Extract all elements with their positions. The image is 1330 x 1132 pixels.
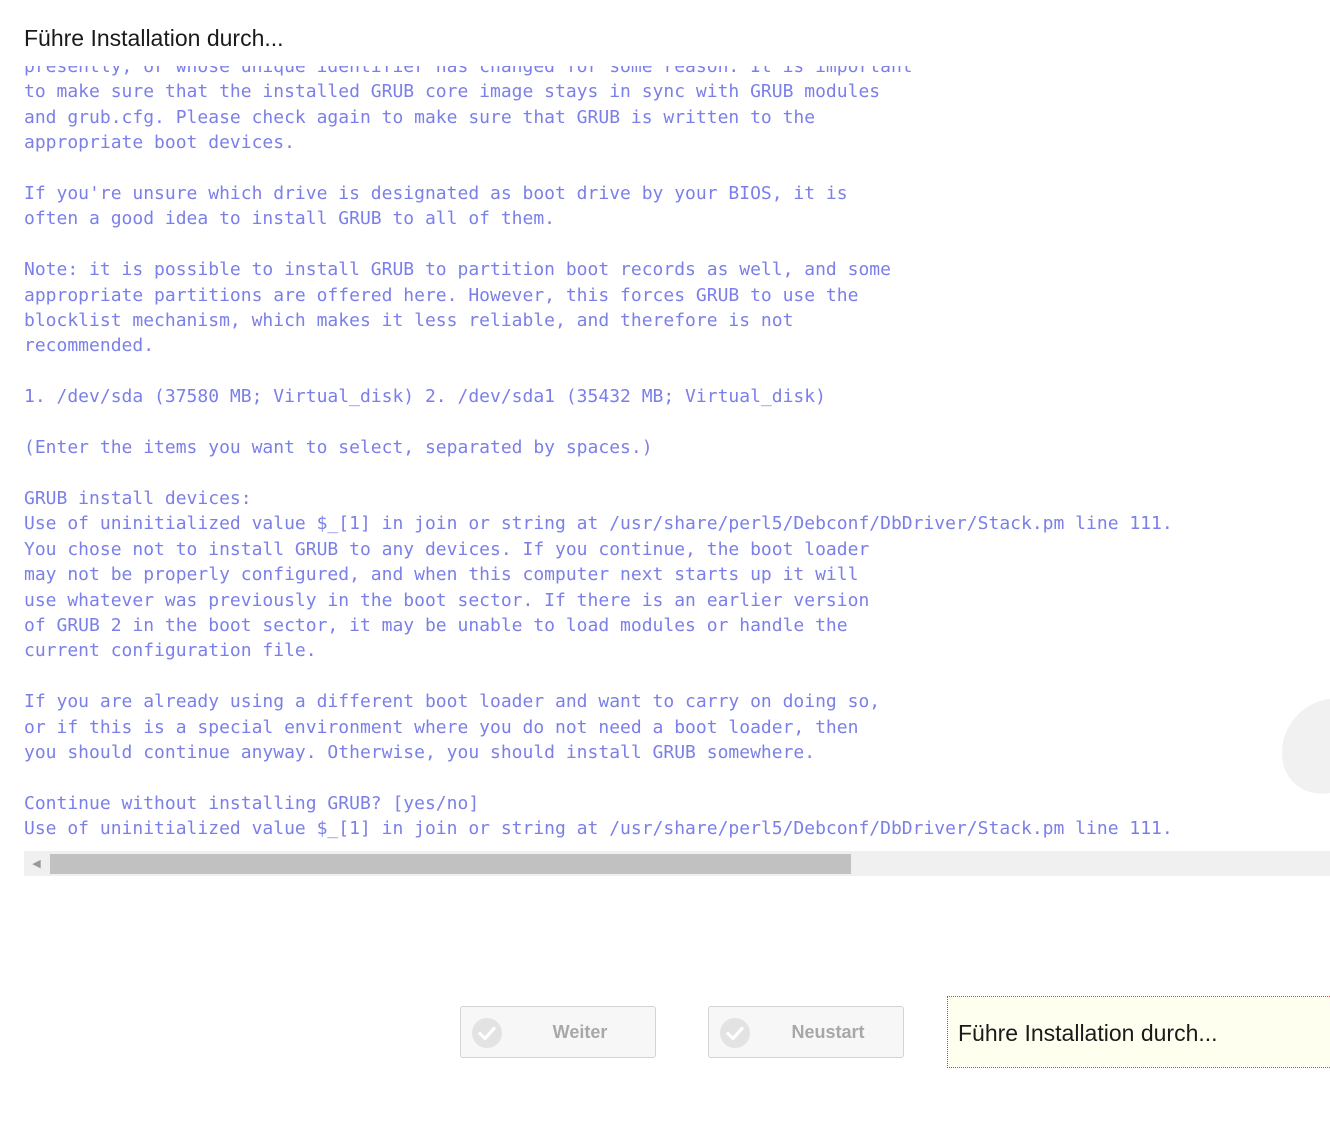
- horizontal-scrollbar[interactable]: ◀: [24, 851, 1330, 876]
- scroll-left-arrow-icon[interactable]: ◀: [24, 851, 49, 876]
- weiter-button-label: Weiter: [552, 1022, 608, 1042]
- status-message-text: Führe Installation durch...: [958, 1020, 1218, 1046]
- console-output-panel[interactable]: presently, or whose unique identifier ha…: [24, 66, 1330, 851]
- page-title: Führe Installation durch...: [24, 25, 284, 51]
- check-circle-icon: [472, 1018, 502, 1048]
- status-message-box: Führe Installation durch...: [947, 996, 1330, 1068]
- check-circle-icon: [720, 1018, 750, 1048]
- weiter-button[interactable]: Weiter: [460, 1006, 656, 1058]
- neustart-button[interactable]: Neustart: [708, 1006, 904, 1058]
- scrollbar-thumb[interactable]: [50, 854, 851, 874]
- neustart-button-label: Neustart: [791, 1022, 865, 1042]
- installer-page: Führe Installation durch... presently, o…: [0, 0, 1330, 1132]
- console-log-text: presently, or whose unique identifier ha…: [24, 66, 1173, 840]
